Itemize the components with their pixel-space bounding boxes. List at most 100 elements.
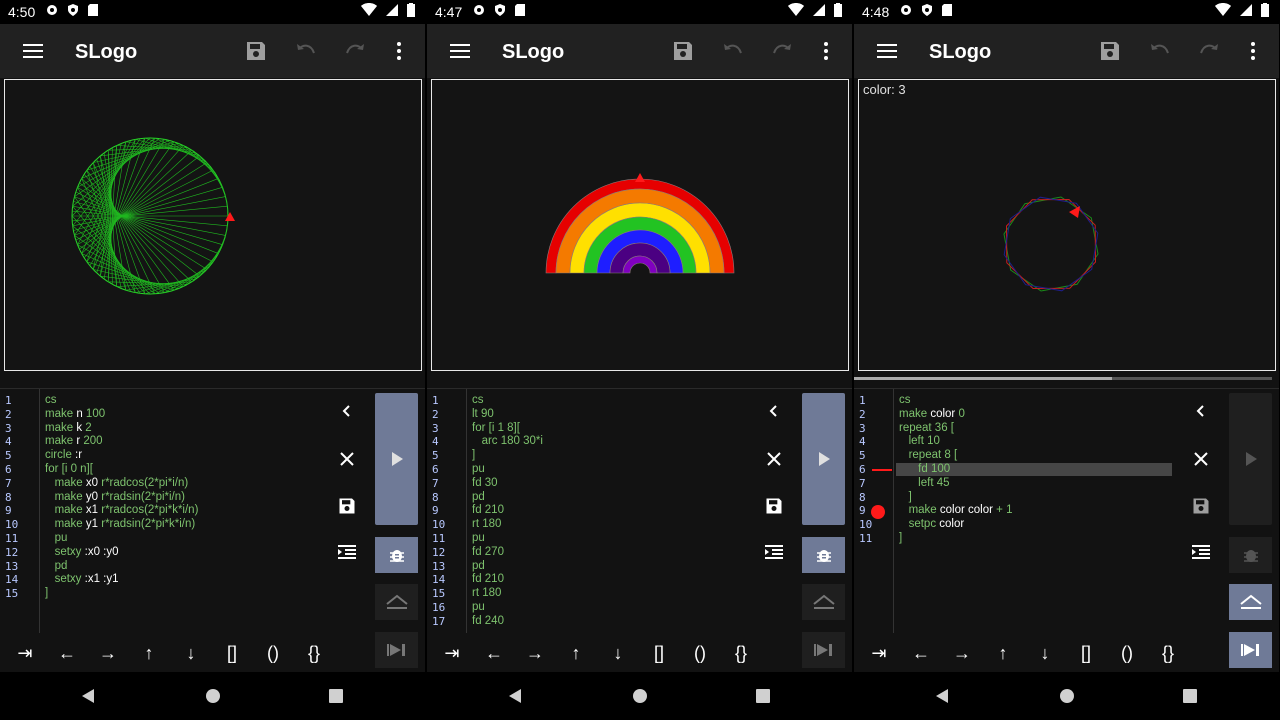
clear-button[interactable] [333,445,361,473]
code-line[interactable]: repeat 8 [ [899,449,1012,463]
debug-button[interactable] [1229,537,1272,573]
line-number[interactable]: 15 [5,587,18,601]
brackets-button[interactable]: [] [217,640,247,666]
line-number[interactable]: 6 [5,463,12,477]
line-number[interactable]: 1 [432,394,439,408]
save-code-button[interactable] [760,492,788,520]
code-editor[interactable]: 1 2 3 4 5 6 7 8 9 10 11 cs make color 0 repeat 36 [ … [854,388,1279,634]
run-button[interactable] [375,393,418,525]
code-line[interactable]: make r 200 [45,435,198,449]
parens-button[interactable]: () [258,640,288,666]
line-number[interactable]: 10 [859,518,872,532]
down-arrow-button[interactable]: ↓ [1030,640,1060,666]
braces-button[interactable]: {} [726,640,756,666]
code-line[interactable]: make color color + 1 [899,504,1013,518]
line-number[interactable]: 4 [5,435,12,449]
tab-key-button[interactable]: ⇥ [10,640,40,666]
code-line[interactable]: cs [899,394,1012,408]
code-line[interactable]: ] [899,532,1012,546]
step-button[interactable] [375,632,418,668]
line-number[interactable]: 7 [5,477,12,491]
line-number[interactable]: 1 [5,394,12,408]
code-line[interactable]: cs [45,394,198,408]
code-line[interactable]: fd 100 [899,463,1012,477]
code-line[interactable]: ] [45,587,198,601]
brackets-button[interactable]: [] [1071,640,1101,666]
line-number[interactable]: 14 [432,573,445,587]
code-line[interactable]: fd 270 [472,546,543,560]
parens-button[interactable]: () [685,640,715,666]
recents-icon[interactable] [756,689,770,703]
turtle-canvas[interactable] [431,79,849,371]
line-number[interactable]: 9 [859,504,866,518]
up-arrow-button[interactable]: ↑ [134,640,164,666]
line-number[interactable]: 6 [859,463,866,477]
code-line[interactable]: pd [472,560,543,574]
code-line[interactable]: left 10 [899,435,1012,449]
format-button[interactable] [333,539,361,567]
right-arrow-button[interactable]: → [520,640,550,666]
save-code-button[interactable] [333,492,361,520]
left-arrow-button[interactable]: ← [906,640,936,666]
back-icon[interactable] [934,688,950,704]
line-number[interactable]: 3 [5,422,12,436]
right-arrow-button[interactable]: → [947,640,977,666]
line-number[interactable]: 8 [5,491,12,505]
collapse-button[interactable] [1187,397,1215,425]
step-button[interactable] [1229,632,1272,668]
code-line[interactable]: fd 210 [472,573,543,587]
brackets-button[interactable]: [] [644,640,674,666]
line-number[interactable]: 5 [432,449,439,463]
code-line[interactable]: rt 180 [472,518,543,532]
menu-icon[interactable] [875,39,899,63]
tab-key-button[interactable]: ⇥ [437,640,467,666]
save-icon[interactable] [1098,39,1122,63]
line-number[interactable]: 2 [432,408,439,422]
braces-button[interactable]: {} [299,640,329,666]
clear-button[interactable] [1187,445,1215,473]
run-button[interactable] [802,393,845,525]
format-button[interactable] [1187,539,1215,567]
braces-button[interactable]: {} [1153,640,1183,666]
code-editor[interactable]: 1 2 3 4 5 6 7 8 9 10 11 12 13 14 15 16 17 cs lt 90 for [i … [427,388,852,634]
line-number[interactable]: 12 [432,546,445,560]
line-number[interactable]: 7 [859,477,866,491]
up-arrow-button[interactable]: ↑ [561,640,591,666]
code-line[interactable]: setxy :x1 :y1 [45,573,198,587]
code-line[interactable]: make n 100 [45,408,198,422]
menu-icon[interactable] [448,39,472,63]
eject-button[interactable] [375,584,418,620]
turtle-canvas[interactable]: color: 3 [858,79,1276,371]
line-number[interactable]: 9 [5,504,12,518]
home-icon[interactable] [633,689,647,703]
line-number[interactable]: 3 [859,422,866,436]
line-number[interactable]: 10 [432,518,445,532]
line-number[interactable]: 11 [5,532,18,546]
code-line[interactable]: repeat 36 [ [899,422,1012,436]
code-line[interactable]: pd [45,560,198,574]
home-icon[interactable] [1060,689,1074,703]
redo-icon[interactable] [770,39,794,63]
redo-icon[interactable] [343,39,367,63]
collapse-button[interactable] [760,397,788,425]
code-text[interactable]: cs make n 100 make k 2 make r 200 circle :r f… [45,394,198,601]
collapse-button[interactable] [333,397,361,425]
code-line[interactable]: setxy :x0 :y0 [45,546,198,560]
code-line[interactable]: pu [472,463,543,477]
line-number[interactable]: 17 [432,615,445,629]
menu-icon[interactable] [21,39,45,63]
code-line[interactable]: for [i 1 8][ [472,422,543,436]
redo-icon[interactable] [1197,39,1221,63]
code-line[interactable]: ] [472,449,543,463]
line-number[interactable]: 11 [432,532,445,546]
line-number[interactable]: 15 [432,587,445,601]
code-line[interactable]: for [i 0 n][ [45,463,198,477]
line-number[interactable]: 2 [5,408,12,422]
line-number[interactable]: 12 [5,546,18,560]
parens-button[interactable]: () [1112,640,1142,666]
recents-icon[interactable] [1183,689,1197,703]
line-number[interactable]: 13 [5,560,18,574]
more-options-icon[interactable] [1241,39,1265,63]
eject-button[interactable] [802,584,845,620]
save-icon[interactable] [244,39,268,63]
